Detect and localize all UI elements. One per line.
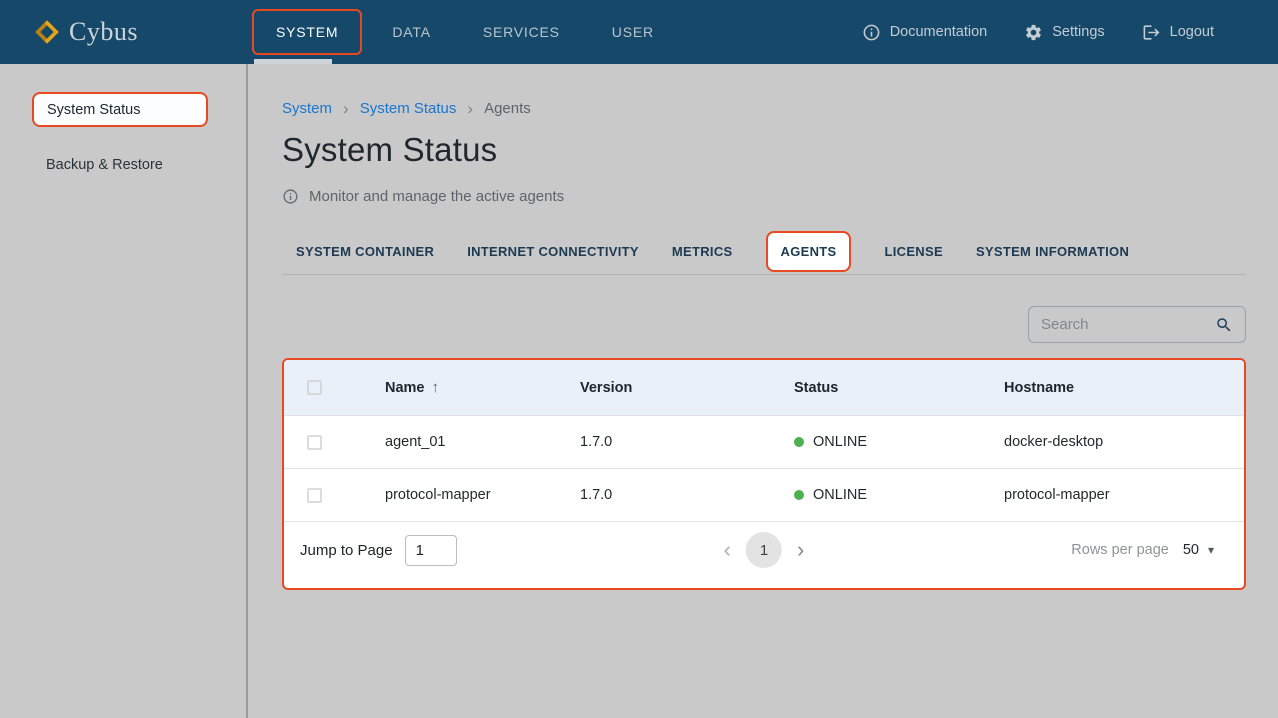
breadcrumb-system-status[interactable]: System Status [360, 100, 457, 117]
dropdown-arrow-icon: ▾ [1208, 543, 1214, 557]
row-checkbox[interactable] [307, 488, 322, 503]
page-title: System Status [282, 131, 1246, 169]
logout-icon [1142, 23, 1161, 42]
cell-status: ONLINE [794, 487, 1004, 503]
navbar-actions: Documentation Settings Logout [862, 23, 1278, 42]
chevron-right-icon: › [467, 100, 473, 117]
breadcrumb: System › System Status › Agents [282, 100, 1246, 117]
page-1-button[interactable]: 1 [746, 532, 782, 568]
search-input[interactable] [1041, 316, 1215, 333]
pager: ‹ 1 › [720, 532, 809, 568]
search-box [1028, 306, 1246, 343]
search-icon[interactable] [1215, 316, 1233, 334]
app-body: System Status Backup & Restore System › … [0, 64, 1278, 718]
column-header-status[interactable]: Status [794, 380, 1004, 396]
row-checkbox[interactable] [307, 435, 322, 450]
tab-internet-connectivity[interactable]: INTERNET CONNECTIVITY [467, 244, 639, 259]
tab-system-information[interactable]: SYSTEM INFORMATION [976, 244, 1129, 259]
online-status-dot [794, 437, 804, 447]
breadcrumb-agents: Agents [484, 100, 531, 117]
cell-version: 1.7.0 [580, 434, 794, 450]
cybus-logo-icon [34, 19, 60, 45]
cell-name: agent_01 [385, 434, 580, 450]
breadcrumb-system[interactable]: System [282, 100, 332, 117]
table-row: agent_01 1.7.0 ONLINE docker-desktop [284, 415, 1244, 468]
tab-license[interactable]: LICENSE [884, 244, 942, 259]
select-all-checkbox[interactable] [307, 380, 322, 395]
documentation-button[interactable]: Documentation [862, 23, 988, 42]
search-row [282, 306, 1246, 343]
cell-hostname: docker-desktop [1004, 434, 1244, 450]
agents-table: Name ↑ Version Status Hostname agent_01 … [282, 358, 1246, 590]
main-content: System › System Status › Agents System S… [248, 64, 1278, 718]
next-page-button[interactable]: › [793, 539, 808, 561]
column-header-version[interactable]: Version [580, 380, 794, 396]
table-row: protocol-mapper 1.7.0 ONLINE protocol-ma… [284, 468, 1244, 521]
sort-ascending-icon: ↑ [432, 379, 440, 396]
info-icon [862, 23, 881, 42]
cell-status: ONLINE [794, 434, 1004, 450]
info-icon [282, 188, 299, 205]
sidebar: System Status Backup & Restore [0, 64, 248, 718]
nav-item-system[interactable]: SYSTEM [248, 0, 366, 64]
rows-per-page-select[interactable]: Rows per page 50 ▾ [1071, 542, 1214, 558]
nav-item-user[interactable]: USER [586, 0, 680, 64]
status-tabs: SYSTEM CONTAINER INTERNET CONNECTIVITY M… [282, 229, 1246, 275]
column-header-name[interactable]: Name ↑ [385, 379, 580, 396]
nav-item-data[interactable]: DATA [366, 0, 456, 64]
column-header-hostname[interactable]: Hostname [1004, 380, 1244, 396]
tab-agents[interactable]: AGENTS [766, 231, 852, 272]
jump-to-page: Jump to Page [300, 535, 457, 566]
settings-button[interactable]: Settings [1024, 23, 1104, 42]
sidebar-item-system-status[interactable]: System Status [32, 92, 208, 127]
cell-name: protocol-mapper [385, 487, 580, 503]
logout-button[interactable]: Logout [1142, 23, 1214, 42]
chevron-right-icon: › [343, 100, 349, 117]
nav-item-services[interactable]: SERVICES [457, 0, 586, 64]
cybus-logo[interactable]: Cybus [0, 17, 248, 47]
tab-metrics[interactable]: METRICS [672, 244, 733, 259]
tab-system-container[interactable]: SYSTEM CONTAINER [296, 244, 434, 259]
cell-hostname: protocol-mapper [1004, 487, 1244, 503]
online-status-dot [794, 490, 804, 500]
brand-name: Cybus [69, 17, 138, 47]
table-header-row: Name ↑ Version Status Hostname [284, 360, 1244, 415]
cell-version: 1.7.0 [580, 487, 794, 503]
previous-page-button[interactable]: ‹ [720, 539, 735, 561]
sidebar-item-backup-restore[interactable]: Backup & Restore [46, 157, 246, 173]
jump-to-page-input[interactable] [405, 535, 457, 566]
gear-icon [1024, 23, 1043, 42]
page-subtitle: Monitor and manage the active agents [282, 188, 1246, 205]
main-nav: SYSTEM DATA SERVICES USER [248, 0, 680, 64]
top-navbar: Cybus SYSTEM DATA SERVICES USER Document… [0, 0, 1278, 64]
table-footer: Jump to Page ‹ 1 › Rows per page 50 ▾ [284, 521, 1244, 578]
